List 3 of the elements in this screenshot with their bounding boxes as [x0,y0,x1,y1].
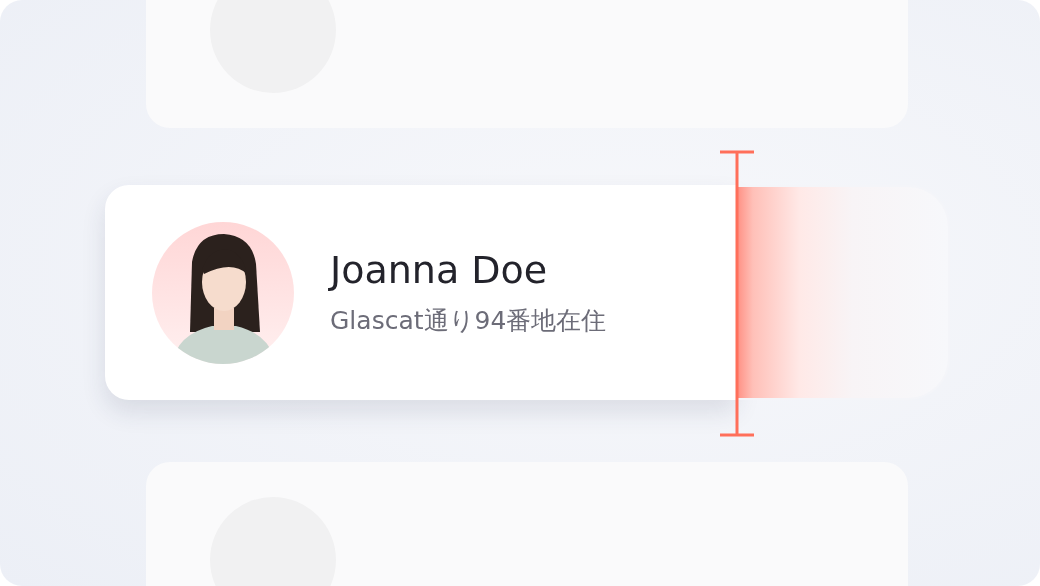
person-name: Joanna Doe [330,248,549,292]
measure-marker-icon [718,150,756,437]
address-text: Glascat通り94番地在住 [330,305,607,337]
